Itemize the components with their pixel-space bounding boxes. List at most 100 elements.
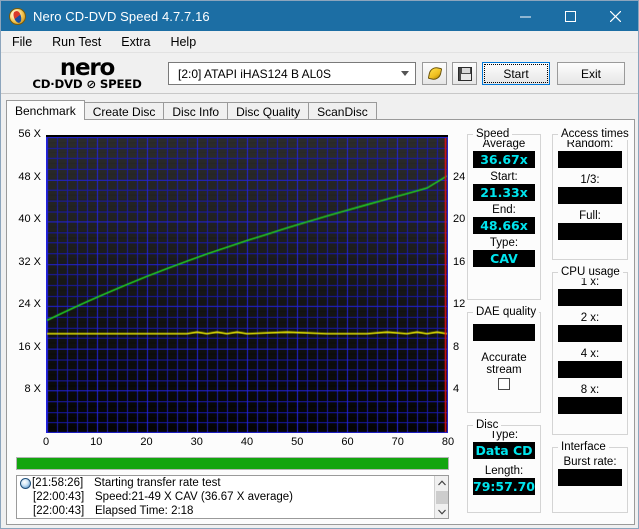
accurate-stream-checkbox[interactable] xyxy=(498,378,510,390)
minimize-button[interactable] xyxy=(503,1,548,31)
save-button[interactable] xyxy=(452,62,477,85)
drive-select[interactable]: [2:0] ATAPI iHAS124 B AL0S xyxy=(168,62,416,85)
log-item-message: Elapsed Time: 2:18 xyxy=(95,505,194,517)
dae-quality-panel-title: DAE quality xyxy=(473,306,540,318)
nero-cd-dvd-speed-window: Nero CD-DVD Speed 4.7.7.16 File Run Test… xyxy=(0,0,639,529)
menu-item-help[interactable]: Help xyxy=(161,33,205,51)
speed-type-label: Type: xyxy=(489,237,519,249)
tab-create-disc[interactable]: Create Disc xyxy=(83,102,165,120)
access-full-value xyxy=(558,223,622,240)
maximize-button[interactable] xyxy=(548,1,593,31)
log-item-time: [22:00:43] xyxy=(33,505,85,517)
burst-rate-label: Burst rate: xyxy=(563,456,617,468)
menu-item-run-test[interactable]: Run Test xyxy=(43,33,110,51)
x-axis-tick-label: 50 xyxy=(291,436,304,448)
access-random-value xyxy=(558,151,622,168)
x-axis-tick-label: 60 xyxy=(341,436,354,448)
log-item-message: Starting transfer rate test xyxy=(94,477,221,489)
cpu-1x-value xyxy=(558,289,622,306)
y2-axis-tick-label: 24 xyxy=(453,170,466,183)
y2-axis-tick-label: 20 xyxy=(453,213,466,226)
info-icon xyxy=(20,477,31,489)
access-third-value xyxy=(558,187,622,204)
x-axis-tick-label: 80 xyxy=(441,436,455,448)
nero-logo: nero CD·DVD ⊘ SPEED xyxy=(17,54,157,94)
disc-length-value: 79:57.70 xyxy=(473,478,535,495)
log-item-message: Speed:21-49 X CAV (36.67 X average) xyxy=(95,491,293,503)
access-third-label: 1/3: xyxy=(580,174,600,186)
scroll-up-icon[interactable] xyxy=(435,476,448,489)
speed-start-value: 21.33x xyxy=(473,184,535,201)
benchmark-pane: [21:58:26] Starting transfer rate test [… xyxy=(6,119,635,525)
x-axis-tick-label: 70 xyxy=(391,436,404,448)
y2-axis-tick-label: 16 xyxy=(453,255,466,268)
access-full-label: Full: xyxy=(579,210,601,222)
progress-bar-fill xyxy=(17,458,448,469)
dae-quality-panel: DAE quality Accurate stream xyxy=(467,306,541,413)
y2-axis-tick-label: 4 xyxy=(453,383,460,396)
chart-canvas xyxy=(46,135,448,433)
cpu-usage-panel-title: CPU usage xyxy=(558,266,623,278)
log-item-time: [21:58:26] xyxy=(32,477,84,489)
burst-rate-value xyxy=(558,469,622,486)
log-item: [21:58:26] Starting transfer rate test xyxy=(17,476,448,490)
tab-disc-info[interactable]: Disc Info xyxy=(163,102,229,120)
accurate-stream-label-line1: Accurate xyxy=(481,352,527,364)
scroll-down-icon[interactable] xyxy=(435,505,448,518)
accurate-stream-label-line2: stream xyxy=(486,364,522,376)
drive-select-value: [2:0] ATAPI iHAS124 B AL0S xyxy=(178,66,331,81)
log-list[interactable]: [21:58:26] Starting transfer rate test [… xyxy=(16,475,449,519)
x-axis-tick-label: 10 xyxy=(90,436,103,448)
start-button[interactable]: Start xyxy=(482,62,550,85)
y-axis-tick-label: 8 X xyxy=(24,383,41,396)
y-axis-tick-label: 32 X xyxy=(18,255,41,268)
title-bar: Nero CD-DVD Speed 4.7.7.16 xyxy=(1,1,638,31)
x-axis-tick-label: 0 xyxy=(42,436,50,448)
log-scrollbar-thumb[interactable] xyxy=(436,491,448,504)
speed-start-label: Start: xyxy=(490,171,518,183)
log-scrollbar[interactable] xyxy=(434,476,448,518)
logo-wordmark: nero xyxy=(59,54,116,81)
tab-benchmark[interactable]: Benchmark xyxy=(6,100,85,120)
menu-item-file[interactable]: File xyxy=(3,33,41,51)
device-toolbar: nero CD·DVD ⊘ SPEED [2:0] ATAPI iHAS124 … xyxy=(1,54,638,94)
tab-scandisc[interactable]: ScanDisc xyxy=(308,102,377,120)
benchmark-chart xyxy=(46,135,448,433)
menu-item-extra[interactable]: Extra xyxy=(112,33,159,51)
cpu-4x-label: 4 x: xyxy=(580,348,600,360)
logo-subtitle: CD·DVD ⊘ SPEED xyxy=(32,76,142,91)
speed-panel-title: Speed xyxy=(473,128,513,140)
y-axis-tick-label: 56 X xyxy=(18,128,41,140)
cpu-8x-value xyxy=(558,397,622,414)
exit-button[interactable]: Exit xyxy=(557,62,625,85)
y-axis-tick-label: 16 X xyxy=(18,340,41,353)
log-item-time: [22:00:43] xyxy=(33,491,85,503)
close-button[interactable] xyxy=(593,1,638,31)
disc-panel-title: Disc xyxy=(473,419,502,431)
speed-end-label: End: xyxy=(492,204,516,216)
interface-panel-title: Interface xyxy=(558,441,609,453)
speed-settings-button[interactable] xyxy=(422,62,447,85)
menu-bar: File Run Test Extra Help xyxy=(1,31,638,53)
progress-bar xyxy=(16,457,449,470)
speed-icon xyxy=(427,66,442,81)
x-axis-tick-label: 30 xyxy=(190,436,203,448)
speed-average-value: 36.67x xyxy=(473,151,535,168)
window-title: Nero CD-DVD Speed 4.7.7.16 xyxy=(33,8,210,24)
dae-quality-value xyxy=(473,324,535,341)
chevron-down-icon xyxy=(401,71,409,76)
log-item: [22:00:43] Speed:21-49 X CAV (36.67 X av… xyxy=(17,490,448,504)
access-times-panel: Access times Random: 1/3: Full: xyxy=(552,128,632,260)
cpu-usage-panel: CPU usage 1 x: 2 x: 4 x: 8 x: xyxy=(552,266,628,435)
disc-length-label: Length: xyxy=(484,465,524,477)
nero-disc-icon xyxy=(9,7,26,25)
disc-panel: Disc Type: Data CD Length: 79:57.70 xyxy=(467,419,541,513)
tab-disc-quality[interactable]: Disc Quality xyxy=(227,102,310,120)
cpu-4x-value xyxy=(558,361,622,378)
speed-type-value: CAV xyxy=(473,250,535,267)
x-axis-tick-label: 20 xyxy=(140,436,153,448)
speed-panel: Speed Average 36.67x Start: 21.33x End: … xyxy=(467,128,541,300)
log-item: [22:00:43] Elapsed Time: 2:18 xyxy=(17,504,448,518)
interface-panel: Interface Burst rate: xyxy=(552,441,628,513)
cpu-2x-label: 2 x: xyxy=(580,312,600,324)
